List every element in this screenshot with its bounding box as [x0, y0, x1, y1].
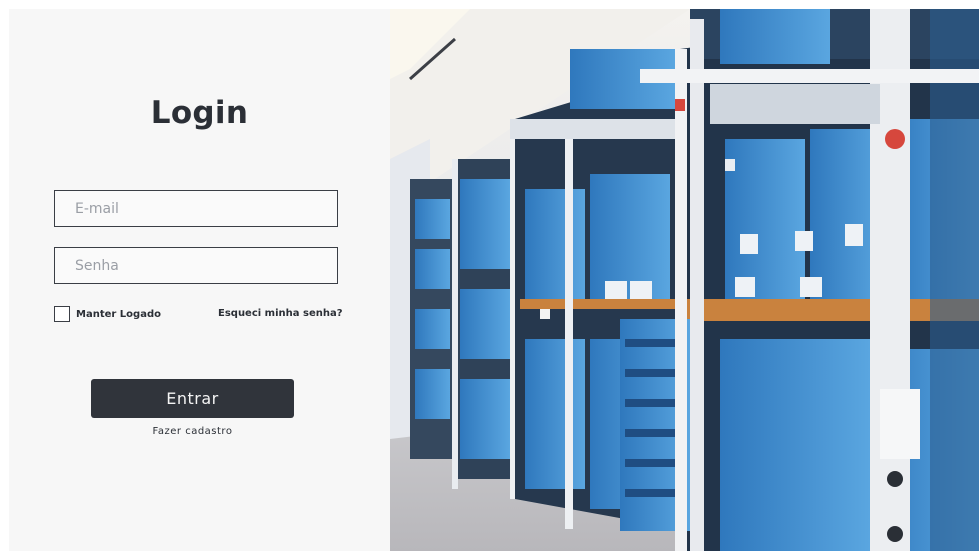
- forgot-password-link[interactable]: Esqueci minha senha?: [218, 308, 343, 319]
- login-title: Login: [150, 95, 249, 131]
- remember-me-checkbox[interactable]: [54, 306, 70, 322]
- far-shelves: [410, 139, 517, 499]
- remember-me[interactable]: Manter Logado: [54, 306, 161, 322]
- email-input[interactable]: [54, 190, 338, 227]
- archive-shelves-illustration: [390, 9, 979, 551]
- register-link[interactable]: Fazer cadastro: [9, 426, 376, 437]
- page-frame: Login Manter Logado Esqueci minha senha?…: [9, 9, 979, 551]
- remember-me-label: Manter Logado: [76, 308, 161, 320]
- login-button[interactable]: Entrar: [91, 379, 294, 418]
- password-input[interactable]: [54, 247, 338, 284]
- archive-shelves-image: [390, 9, 979, 551]
- login-panel: Login Manter Logado Esqueci minha senha?…: [9, 9, 390, 551]
